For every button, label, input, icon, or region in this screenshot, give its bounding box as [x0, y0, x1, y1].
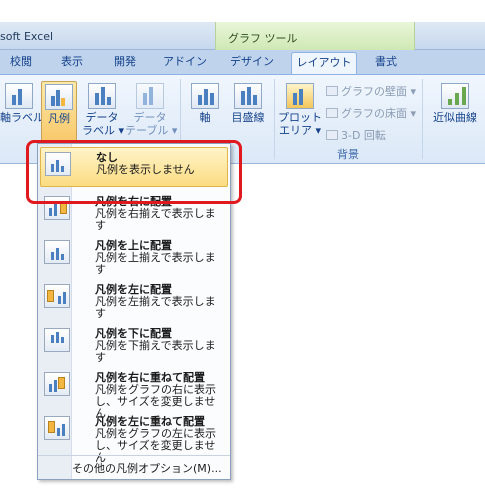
menu-item-desc: 凡例を表示しません [96, 163, 195, 176]
legend-icon [45, 84, 73, 110]
more-legend-options-item[interactable]: その他の凡例オプション(M)... [72, 460, 222, 476]
gridlines-icon [234, 83, 262, 109]
legend-overlay-left-icon [44, 416, 70, 440]
menu-item-legend-top[interactable]: 凡例を上に配置 凡例を上揃えで表示します [40, 236, 228, 278]
rotation-3d-button[interactable]: 3-D 回転 [326, 127, 386, 143]
menu-item-legend-right[interactable]: 凡例を右に配置 凡例を右揃えで表示します [40, 192, 228, 234]
app-title: soft Excel [0, 30, 54, 43]
chart-floor-label: グラフの床面 ▾ [341, 107, 417, 120]
gridlines-label: 目盛線 [231, 111, 265, 124]
trendline-label: 近似曲線 [433, 111, 477, 124]
group-divider [422, 79, 423, 159]
legend-top-icon [44, 240, 70, 264]
menu-item-legend-left[interactable]: 凡例を左に配置 凡例を左揃えで表示します [40, 280, 228, 322]
chart-wall-label: グラフの壁面 ▾ [341, 85, 417, 98]
legend-dropdown-menu: なし 凡例を表示しません 凡例を右に配置 凡例を右揃えで表示します 凡例を上に配… [37, 143, 231, 480]
trendline-icon [441, 83, 469, 109]
data-table-icon [136, 83, 164, 109]
menu-item-legend-bottom[interactable]: 凡例を下に配置 凡例を下揃えで表示します [40, 324, 228, 366]
chart-wall-icon [326, 86, 338, 96]
menu-item-legend-overlay-left[interactable]: 凡例を左に重ねて配置 凡例をグラフの左に表示し、サイズを変更しません [40, 412, 228, 464]
data-labels-icon [88, 83, 116, 109]
data-table-label: データ テーブル ▾ [125, 111, 178, 137]
menu-item-desc: 凡例を上揃えで表示します [95, 251, 216, 276]
chart-floor-button[interactable]: グラフの床面 ▾ [326, 105, 416, 121]
gridlines-button[interactable]: 目盛線 [228, 81, 268, 145]
tab-layout[interactable]: レイアウト [291, 52, 357, 74]
ribbon-tabs: 校閲 表示 開発 アドイン デザイン レイアウト 書式 [0, 50, 485, 124]
plot-area-icon [286, 83, 314, 109]
title-bar: soft Excel グラフ ツール [0, 22, 485, 50]
chart-floor-icon [326, 108, 338, 118]
axis-labels-icon [5, 83, 33, 109]
trendline-button[interactable]: 近似曲線 [428, 81, 482, 145]
tab-format[interactable]: 書式 [362, 52, 410, 74]
rotation-3d-icon [326, 130, 338, 140]
legend-left-icon [44, 284, 70, 308]
tab-developer[interactable]: 開発 [105, 52, 145, 74]
axes-button[interactable]: 軸 [186, 81, 224, 145]
rotation-3d-label: 3-D 回転 [341, 129, 386, 142]
context-tool-title: グラフ ツール [228, 32, 298, 45]
legend-label: 凡例 [48, 112, 70, 125]
menu-item-desc: 凡例をグラフの左に表示し、サイズを変更しません [95, 427, 216, 464]
plot-area-label: プロット エリア ▾ [278, 111, 322, 137]
tab-view[interactable]: 表示 [52, 52, 92, 74]
data-table-button[interactable]: データ テーブル ▾ [125, 81, 178, 145]
menu-separator [38, 455, 230, 456]
context-tool-header: グラフ ツール [215, 22, 415, 50]
menu-item-desc: 凡例を下揃えで表示します [95, 339, 216, 364]
menu-item-desc: 凡例を左揃えで表示します [95, 295, 216, 320]
tab-review[interactable]: 校閲 [2, 52, 40, 74]
axis-labels-button[interactable]: 軸ラベル [0, 81, 44, 145]
legend-bottom-icon [44, 328, 70, 352]
axes-icon [191, 83, 219, 109]
axes-label: 軸 [199, 111, 211, 124]
legend-right-icon [44, 196, 70, 220]
data-labels-label: データ ラベル ▾ [82, 111, 125, 137]
chart-wall-button[interactable]: グラフの壁面 ▾ [326, 83, 416, 99]
tab-design[interactable]: デザイン [225, 52, 279, 74]
menu-item-desc: 凡例を右揃えで表示します [95, 207, 216, 232]
menu-item-legend-none[interactable]: なし 凡例を表示しません [40, 147, 228, 187]
group-divider [274, 79, 275, 159]
plot-area-button[interactable]: プロット エリア ▾ [278, 81, 322, 145]
legend-none-icon [45, 152, 71, 176]
data-labels-button[interactable]: データ ラベル ▾ [82, 81, 125, 145]
legend-button[interactable]: 凡例 [41, 81, 77, 145]
legend-overlay-right-icon [44, 372, 70, 396]
group-label-background: 背景 [337, 148, 359, 161]
menu-item-legend-overlay-right[interactable]: 凡例を右に重ねて配置 凡例をグラフの右に表示し、サイズを変更しません [40, 368, 228, 420]
tab-addins[interactable]: アドイン [160, 52, 210, 74]
axis-labels-label: 軸ラベル [0, 111, 44, 124]
